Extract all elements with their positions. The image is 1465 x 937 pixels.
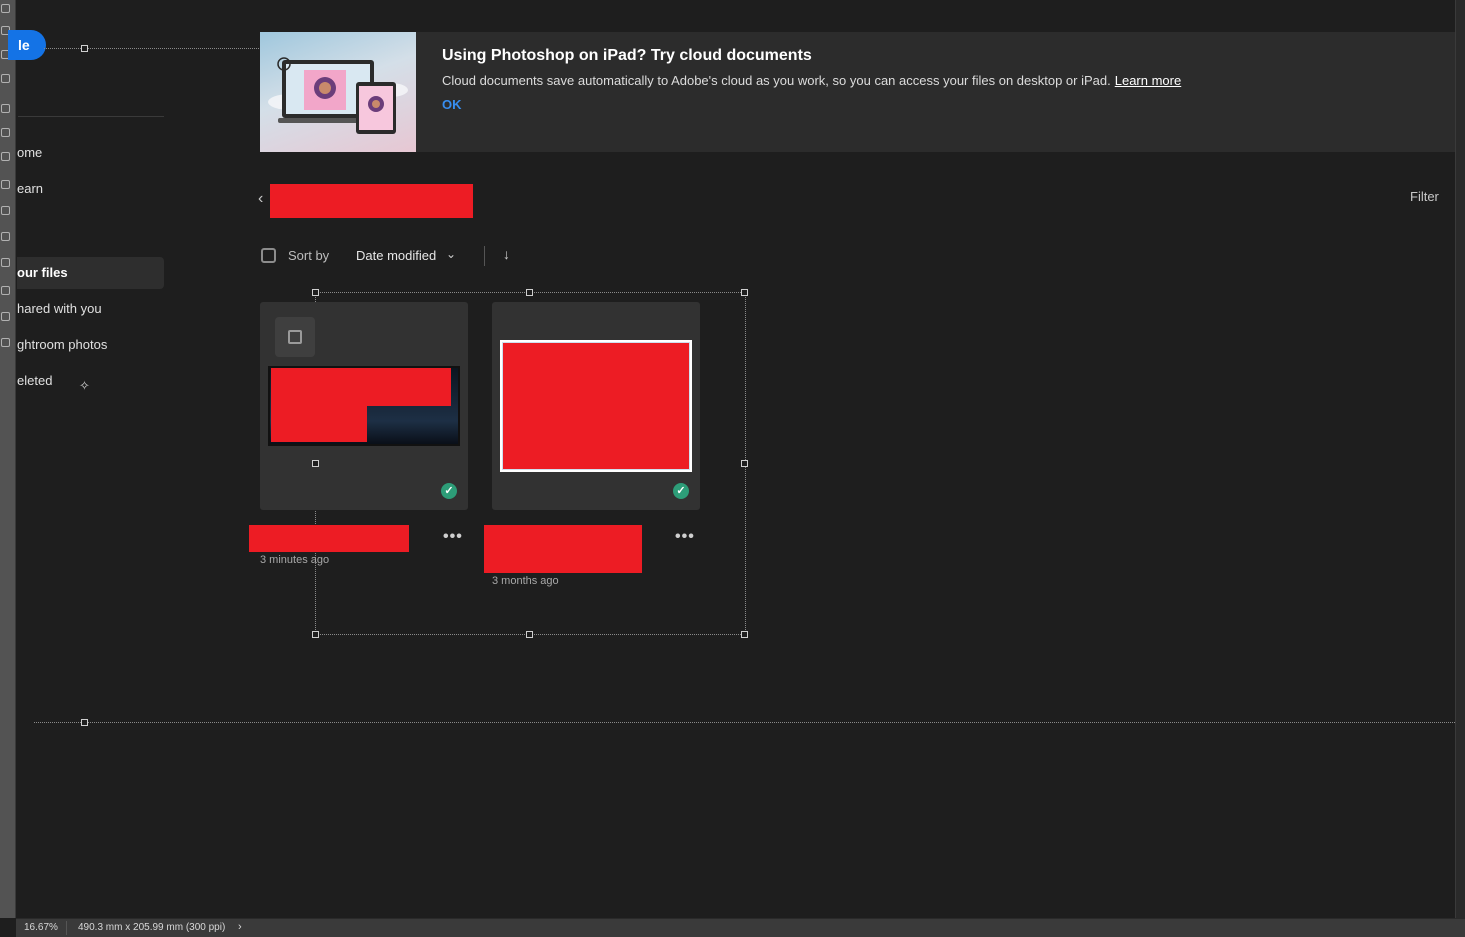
create-new-button[interactable]: le — [8, 30, 46, 60]
transform-handle[interactable] — [312, 289, 319, 296]
file-modified-time: 3 minutes ago — [260, 554, 330, 566]
sidebar-item-deleted[interactable]: eleted — [17, 365, 164, 397]
crop-tool-icon[interactable] — [1, 74, 10, 83]
transform-handle[interactable] — [526, 631, 533, 638]
filter-button[interactable]: Filter — [1410, 189, 1439, 204]
cloud-documents-banner: Using Photoshop on iPad? Try cloud docum… — [260, 32, 1455, 152]
synced-check-icon: ✓ — [673, 483, 689, 499]
banner-description: Cloud documents save automatically to Ad… — [442, 73, 1181, 88]
learn-more-link[interactable]: Learn more — [1115, 73, 1181, 88]
right-panel-edge — [1455, 0, 1465, 918]
hand-tool-icon[interactable] — [1, 338, 10, 347]
banner-ok-button[interactable]: OK — [442, 97, 462, 112]
stamp-tool-icon[interactable] — [1, 180, 10, 189]
document-dimensions: 490.3 mm x 205.99 mm (300 ppi) — [78, 922, 226, 933]
eyedropper-tool-icon[interactable] — [1, 104, 10, 113]
status-divider — [66, 921, 67, 935]
banner-illustration — [260, 32, 416, 152]
thumbnail-redacted — [503, 343, 689, 469]
file-name-redacted — [484, 525, 642, 573]
sidebar-item-learn[interactable]: earn — [17, 173, 164, 205]
more-options-icon[interactable]: ••• — [675, 528, 695, 546]
zoom-level[interactable]: 16.67% — [24, 922, 58, 933]
sidebar-item-lightroom-photos[interactable]: ghtroom photos — [17, 329, 164, 361]
transform-handle[interactable] — [526, 289, 533, 296]
file-card[interactable]: ✓ — [492, 302, 700, 510]
sort-divider — [484, 246, 485, 266]
guide-line-bottom — [34, 722, 1455, 723]
tools-panel[interactable] — [0, 0, 16, 918]
chevron-right-icon[interactable]: › — [238, 921, 242, 933]
file-select-checkbox[interactable] — [275, 317, 315, 357]
sort-direction-arrow-icon[interactable]: ↓ — [503, 246, 510, 262]
select-all-checkbox[interactable] — [261, 248, 276, 263]
banner-description-text: Cloud documents save automatically to Ad… — [442, 73, 1111, 88]
status-bar: 16.67% 490.3 mm x 205.99 mm (300 ppi) › — [16, 918, 1465, 937]
sidebar-divider — [18, 116, 164, 117]
eraser-tool-icon[interactable] — [1, 206, 10, 215]
transform-handle[interactable] — [741, 631, 748, 638]
healing-tool-icon[interactable] — [1, 128, 10, 137]
thumbnail-redacted — [271, 400, 367, 442]
chevron-down-icon[interactable]: ⌄ — [446, 247, 456, 261]
transform-handle[interactable] — [312, 460, 319, 467]
transform-handle[interactable] — [81, 719, 88, 726]
transform-handle[interactable] — [312, 631, 319, 638]
transform-handle[interactable] — [741, 460, 748, 467]
synced-check-icon: ✓ — [441, 483, 457, 499]
sort-by-label: Sort by — [288, 248, 330, 263]
move-tool-icon[interactable] — [1, 4, 10, 13]
back-chevron-icon[interactable]: ‹ — [258, 190, 263, 208]
pen-tool-icon[interactable] — [1, 258, 10, 267]
more-options-icon[interactable]: ••• — [443, 528, 463, 546]
sidebar-item-shared-with-you[interactable]: hared with you — [17, 293, 164, 325]
transform-handle[interactable] — [741, 289, 748, 296]
text-tool-icon[interactable] — [1, 286, 10, 295]
banner-title: Using Photoshop on iPad? Try cloud docum… — [442, 47, 812, 64]
crosshair-cursor-icon: ✧ — [79, 378, 90, 393]
sidebar-item-home[interactable]: ome — [17, 137, 164, 169]
sort-by-dropdown[interactable]: Date modified — [356, 248, 436, 263]
file-name-redacted — [249, 525, 409, 552]
transform-handle[interactable] — [81, 45, 88, 52]
gradient-tool-icon[interactable] — [1, 232, 10, 241]
devices-illustration-icon — [268, 57, 408, 134]
file-card[interactable]: ✓ — [260, 302, 468, 510]
shape-tool-icon[interactable] — [1, 312, 10, 321]
file-modified-time: 3 months ago — [492, 575, 559, 587]
sidebar-item-your-files[interactable]: our files — [17, 257, 164, 289]
folder-title-redacted — [270, 184, 473, 218]
brush-tool-icon[interactable] — [1, 152, 10, 161]
